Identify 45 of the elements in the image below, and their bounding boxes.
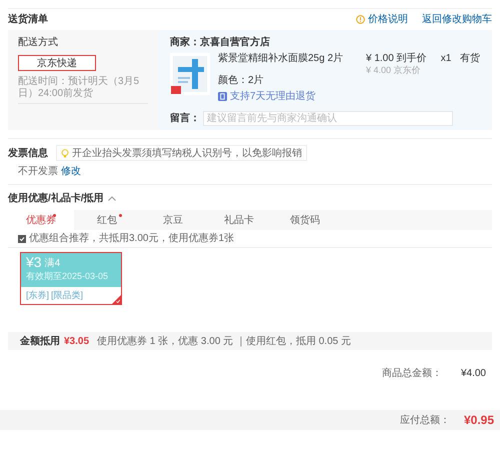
tip-text: 开企业抬头发票须填写纳税人识别号，以免影响报销 bbox=[72, 146, 302, 160]
total-value: ¥4.00 bbox=[460, 367, 486, 381]
shipping-label: 配送方式 bbox=[18, 36, 59, 50]
section-title: 送货清单 bbox=[8, 12, 48, 27]
shipping-option[interactable]: 京东快递 bbox=[18, 55, 96, 71]
coupon-tag: [限品类] bbox=[51, 288, 84, 302]
payable-label: 应付总额： bbox=[399, 414, 450, 428]
coupon-expiry: 有效期至2025-03-05 bbox=[26, 270, 110, 282]
total-label: 商品总金额： bbox=[381, 366, 442, 381]
back-to-cart-link[interactable]: 返回修改购物车 bbox=[422, 12, 492, 27]
product-color: 颜色：2片 bbox=[218, 75, 265, 87]
checkbox-label: 优惠组合推荐，共抵用3.00元，使用优惠券1张 bbox=[29, 232, 234, 246]
invoice-status: 不开发票 bbox=[18, 165, 58, 179]
product-price: ¥ 1.00 到手价 bbox=[366, 53, 428, 65]
tab[interactable]: 优惠券 bbox=[8, 210, 74, 230]
coupon-amount: ¥3 bbox=[26, 254, 42, 270]
list-price: ¥ 4.00 京东价 bbox=[366, 65, 422, 76]
checkbox[interactable] bbox=[18, 234, 26, 242]
quantity: x1 bbox=[440, 53, 452, 66]
section-title: 发票信息 bbox=[8, 146, 48, 160]
summary-label: 金额抵用 bbox=[20, 334, 60, 348]
summary-amount: ¥3.05 bbox=[64, 334, 90, 348]
tab[interactable]: 领货码 bbox=[272, 210, 338, 230]
section-title: 使用优惠/礼品卡/抵用 bbox=[8, 192, 104, 206]
return-policy: 支持7天无理由退货 bbox=[230, 90, 316, 104]
info-icon bbox=[356, 15, 365, 24]
product-name: 紫景堂精细补水面膜25g 2片 bbox=[218, 53, 344, 65]
return-icon bbox=[218, 92, 227, 101]
collapse-caret-icon[interactable] bbox=[108, 196, 116, 201]
shop-name: 商家：京喜自营官方店 bbox=[170, 35, 271, 50]
price-note-link[interactable]: 价格说明 bbox=[356, 12, 408, 27]
tab[interactable]: 红包 bbox=[74, 210, 140, 230]
selected-check-icon bbox=[112, 295, 121, 304]
coupon-condition: 满4 bbox=[44, 257, 60, 270]
summary-detail: 使用优惠券 1 张，优惠 3.00 元 ｜使用红包，抵用 0.05 元 bbox=[97, 334, 351, 348]
payable-amount: ¥0.95 bbox=[462, 412, 494, 429]
stock-status: 有货 bbox=[460, 53, 480, 66]
delivery-time: 配送时间：预计明天（3月5日）24:00前发货 bbox=[18, 76, 148, 104]
tab[interactable]: 京豆 bbox=[140, 210, 206, 230]
lightbulb-icon bbox=[61, 148, 69, 158]
tab[interactable]: 礼品卡 bbox=[206, 210, 272, 230]
note-label: 留言： bbox=[170, 111, 200, 126]
edit-link[interactable]: 修改 bbox=[61, 164, 81, 179]
coupon-tag: [东券] bbox=[26, 288, 50, 302]
note-field[interactable]: 建议留言前先与商家沟通确认 bbox=[203, 111, 453, 126]
